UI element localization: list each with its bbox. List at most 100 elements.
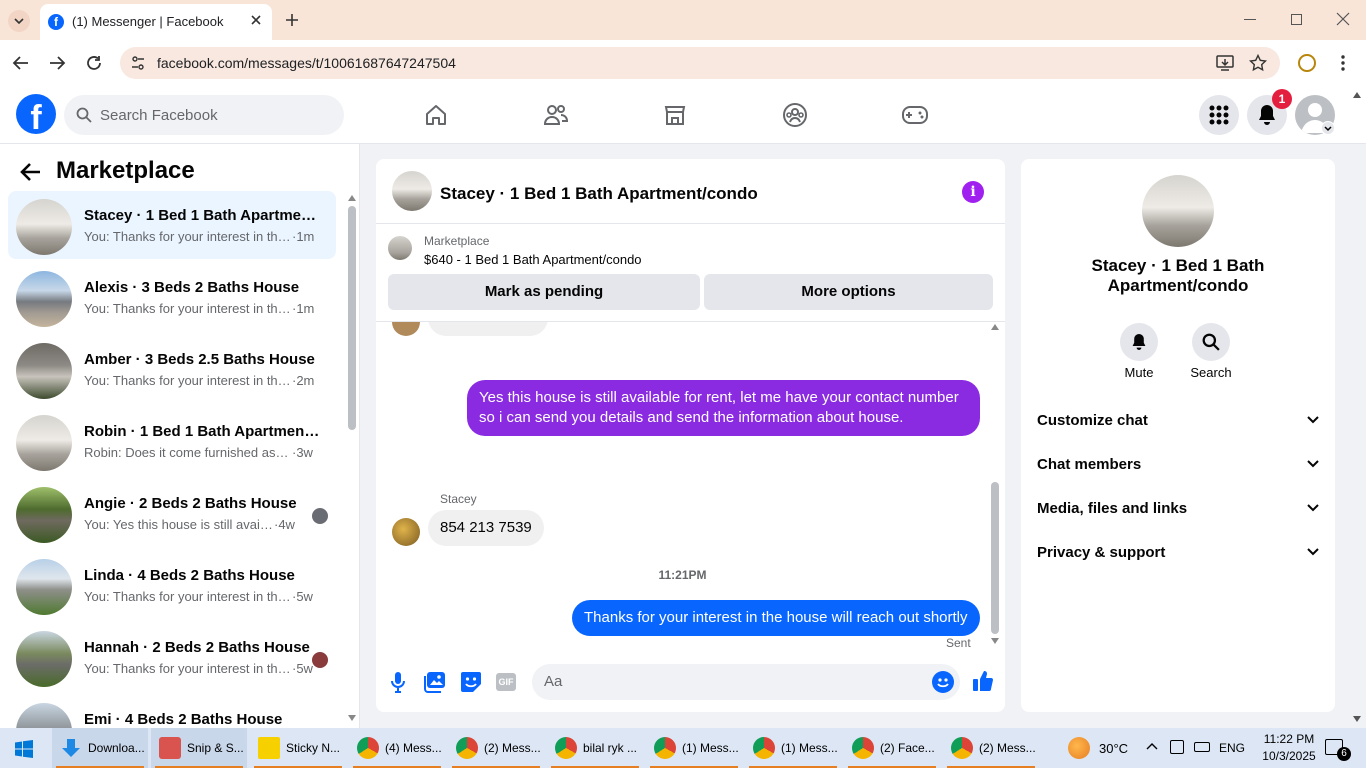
weather-temp[interactable]: 30°C	[1099, 741, 1128, 756]
mute-button[interactable]	[1120, 323, 1158, 361]
scrollbar-thumb[interactable]	[348, 206, 356, 430]
windows-start-icon[interactable]	[15, 740, 33, 758]
conversation-preview: You: Thanks for your interest in the hou…	[84, 589, 292, 604]
home-icon[interactable]	[424, 103, 448, 127]
chat-header-avatar[interactable]	[392, 171, 432, 211]
message-input[interactable]: Aa	[532, 664, 960, 700]
sender-avatar[interactable]	[392, 518, 420, 546]
weather-icon[interactable]	[1068, 737, 1090, 759]
more-options-button[interactable]: More options	[704, 274, 993, 310]
scrollbar-thumb[interactable]	[991, 482, 999, 634]
url-text[interactable]: facebook.com/messages/t/1006168764724750…	[157, 55, 456, 71]
profile-icon[interactable]	[1298, 54, 1316, 72]
browser-tab-active[interactable]: f (1) Messenger | Facebook	[40, 4, 272, 40]
clock-time[interactable]: 11:22 PM	[1258, 732, 1320, 746]
conversation-item[interactable]: Robin · 1 Bed 1 Bath Apartment/condo Rob…	[8, 407, 336, 475]
microphone-icon[interactable]	[390, 671, 406, 693]
back-arrow-icon[interactable]	[12, 54, 30, 72]
conversation-item[interactable]: Emi · 4 Beds 2 Baths House	[8, 695, 336, 728]
thumbs-up-icon[interactable]	[972, 670, 994, 692]
account-chevron-icon[interactable]	[1321, 121, 1335, 135]
site-info-icon[interactable]	[130, 55, 146, 71]
taskbar-app[interactable]: (1) Mess...	[646, 728, 742, 768]
search-box[interactable]: Search Facebook	[64, 95, 344, 135]
taskbar-app[interactable]: (2) Mess...	[448, 728, 544, 768]
outgoing-message[interactable]: Thanks for your interest in the house wi…	[572, 600, 980, 636]
scroll-up-arrow-icon[interactable]	[991, 324, 999, 330]
install-app-icon[interactable]	[1216, 54, 1234, 72]
download-arrow-icon	[62, 739, 80, 757]
taskbar-app[interactable]: Snip & S...	[151, 728, 247, 768]
clock-date[interactable]: 10/3/2025	[1258, 749, 1320, 763]
chat-members-section[interactable]: Chat members	[1037, 444, 1319, 484]
privacy-support-section[interactable]: Privacy & support	[1037, 532, 1319, 572]
message-scrollbar[interactable]	[991, 324, 999, 648]
language-indicator[interactable]: ENG	[1219, 741, 1245, 755]
gif-icon[interactable]: GIF	[496, 673, 516, 691]
battery-icon[interactable]	[1194, 742, 1210, 752]
chrome-icon	[357, 737, 379, 759]
reload-icon[interactable]	[85, 54, 103, 72]
tab-list-button[interactable]	[8, 10, 30, 32]
mark-pending-button[interactable]: Mark as pending	[388, 274, 700, 310]
window-minimize-button[interactable]	[1244, 19, 1256, 20]
outgoing-message[interactable]: Yes this house is still available for re…	[467, 380, 980, 436]
emoji-icon[interactable]	[932, 671, 954, 693]
conversation-item[interactable]: Stacey · 1 Bed 1 Bath Apartment/condo Yo…	[8, 191, 336, 259]
browser-menu-icon[interactable]	[1341, 55, 1345, 71]
scroll-up-arrow-icon[interactable]	[348, 195, 356, 201]
facebook-logo-icon[interactable]: f	[16, 94, 56, 134]
page-scroll-up-icon[interactable]	[1353, 92, 1361, 98]
windows-taskbar: Downloa... Snip & S... Sticky N... (4) M…	[0, 728, 1366, 768]
photo-icon[interactable]	[424, 671, 446, 693]
info-avatar[interactable]	[1142, 175, 1214, 247]
friends-icon[interactable]	[543, 103, 569, 127]
taskbar-app[interactable]: Downloa...	[52, 728, 148, 768]
marketplace-icon[interactable]	[663, 103, 687, 127]
address-bar[interactable]: facebook.com/messages/t/1006168764724750…	[120, 47, 1280, 79]
taskbar-app[interactable]: (1) Mess...	[745, 728, 841, 768]
sticker-icon[interactable]	[460, 671, 482, 693]
taskbar-app-label: (2) Mess...	[484, 741, 541, 755]
media-files-links-section[interactable]: Media, files and links	[1037, 488, 1319, 528]
incoming-message[interactable]: 854 213 7539	[428, 510, 544, 546]
bookmark-star-icon[interactable]	[1249, 54, 1267, 72]
browser-tab-bar: f (1) Messenger | Facebook	[0, 0, 1366, 40]
conversation-item[interactable]: Hannah · 2 Beds 2 Baths House You: Thank…	[8, 623, 336, 691]
tray-chevron-up-icon[interactable]	[1146, 742, 1158, 750]
conversation-item[interactable]: Alexis · 3 Beds 2 Baths House You: Thank…	[8, 263, 336, 331]
taskbar-app[interactable]: Sticky N...	[250, 728, 346, 768]
window-restore-button[interactable]	[1291, 14, 1302, 25]
back-button[interactable]	[20, 162, 42, 182]
conversation-item[interactable]: Amber · 3 Beds 2.5 Baths House You: Than…	[8, 335, 336, 403]
listing-title[interactable]: $640 - 1 Bed 1 Bath Apartment/condo	[424, 252, 642, 267]
gaming-icon[interactable]	[901, 105, 929, 125]
search-icon	[1202, 333, 1220, 351]
network-icon[interactable]	[1170, 740, 1184, 754]
list-scrollbar[interactable]	[348, 194, 356, 726]
customize-chat-section[interactable]: Customize chat	[1037, 400, 1319, 440]
menu-grid-button[interactable]	[1199, 95, 1239, 135]
tab-close-icon[interactable]	[248, 12, 264, 28]
conversation-item[interactable]: Angie · 2 Beds 2 Baths House You: Yes th…	[8, 479, 336, 547]
taskbar-app[interactable]: (4) Mess...	[349, 728, 445, 768]
search-conversation-button[interactable]	[1192, 323, 1230, 361]
message-list[interactable]: Yes this house is still available for re…	[376, 322, 1005, 652]
taskbar-app[interactable]: (2) Face...	[844, 728, 940, 768]
listing-thumbnail[interactable]	[388, 236, 412, 260]
new-tab-button[interactable]	[284, 12, 300, 28]
groups-icon[interactable]	[782, 102, 808, 128]
chat-title[interactable]: Stacey · 1 Bed 1 Bath Apartment/condo	[440, 184, 758, 204]
conversation-preview: You: Yes this house is still available	[84, 517, 274, 532]
conversation-item[interactable]: Linda · 4 Beds 2 Baths House You: Thanks…	[8, 551, 336, 619]
window-close-button[interactable]	[1336, 12, 1350, 26]
scroll-down-arrow-icon[interactable]	[348, 715, 356, 721]
taskbar-app[interactable]: (2) Mess...	[943, 728, 1039, 768]
taskbar-app-label: (2) Face...	[880, 741, 935, 755]
page-scroll-down-icon[interactable]	[1353, 716, 1361, 722]
conversation-info-icon[interactable]: i	[962, 181, 984, 203]
scroll-down-arrow-icon[interactable]	[991, 638, 999, 644]
taskbar-app[interactable]: bilal ryk ...	[547, 728, 643, 768]
panel-title: Marketplace	[56, 157, 195, 184]
forward-arrow-icon[interactable]	[48, 54, 66, 72]
